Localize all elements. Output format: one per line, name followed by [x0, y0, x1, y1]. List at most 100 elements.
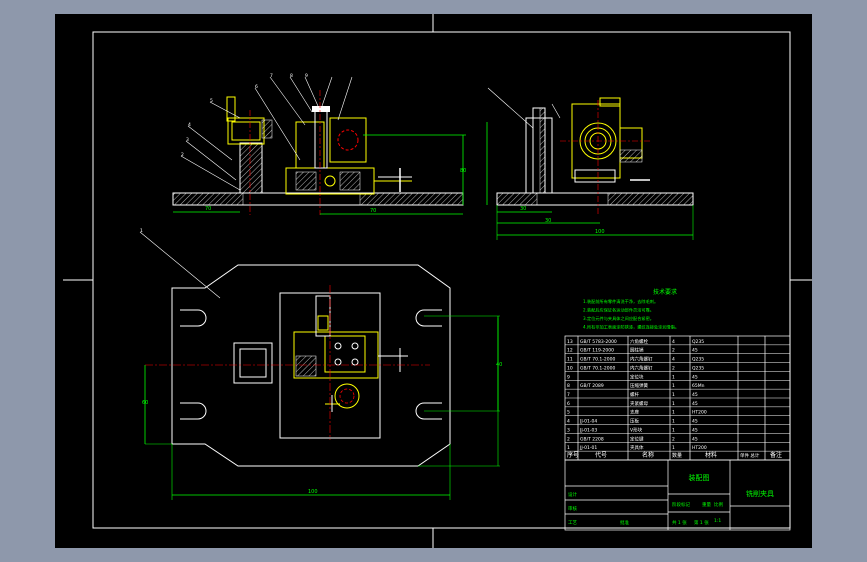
bom-cell-no: 5 — [567, 410, 570, 416]
bom-cell-name: 定位块 — [630, 373, 644, 380]
bom-cell-qty: 4 — [672, 357, 675, 363]
bom-cell-no: 3 — [567, 427, 570, 433]
bom-cell-no: 10 — [567, 365, 573, 371]
bom-cell-code: GB/T 70.1-2000 — [580, 365, 616, 371]
outer-border — [92, 31, 791, 529]
bom-header-note: 备注 — [770, 451, 782, 459]
bom-rows: 13 GB/T 5783-2000 六角螺栓 4 Q23512 GB/T 119-2000… — [565, 338, 790, 459]
bom-cell-no: 11 — [567, 357, 573, 363]
bom-cell-name: 螺杆 — [630, 391, 639, 398]
title-approve: 批准 — [620, 519, 629, 526]
bom-cell-material: 45 — [692, 401, 698, 407]
plan-view — [139, 231, 500, 500]
bom-cell-code: GB/T 119-2000 — [580, 348, 614, 354]
bom-cell-name: 定位键 — [630, 435, 644, 442]
bom-header-material: 材料 — [705, 451, 717, 459]
bom-cell-no: 9 — [567, 374, 570, 380]
balloon-1: 1 — [140, 228, 143, 234]
bom-cell-material: 45 — [692, 436, 698, 442]
side-view — [486, 87, 694, 240]
bom-cell-qty: 2 — [672, 348, 675, 354]
bom-cell-material: 45 — [692, 427, 698, 433]
bom-cell-code: GB/T 2089 — [580, 383, 604, 389]
bom-cell-no: 1 — [567, 445, 570, 451]
bom-cell-qty: 1 — [672, 392, 675, 398]
bom-cell-qty: 1 — [672, 419, 675, 425]
title-drawing-name: 铣削夹具 — [746, 489, 774, 498]
bom-cell-material: Q235 — [692, 339, 704, 345]
bom-cell-qty: 1 — [672, 401, 675, 407]
bom-cell-material: Q235 — [692, 365, 704, 371]
bom-header-code: 代号 — [595, 451, 607, 459]
bom-cell-no: 7 — [567, 392, 570, 398]
bom-cell-material: 45 — [692, 374, 698, 380]
title-scale-label: 比例 — [714, 501, 723, 508]
dim-front-width: 70 — [205, 206, 211, 212]
balloon-8: 8 — [290, 73, 293, 79]
bom-cell-code: GB/T 70.1-2000 — [580, 357, 616, 363]
bom-cell-name: 圆柱销 — [630, 347, 644, 354]
balloon-6: 6 — [255, 84, 258, 90]
bom-cell-name: 夹具体 — [630, 444, 644, 451]
bom-cell-name: 夹紧螺母 — [630, 400, 648, 407]
bom-cell-code: JJ-01-04 — [579, 419, 597, 425]
bom-cell-code: JJ-01-03 — [579, 427, 597, 433]
bom-header-no: 序号 — [567, 451, 579, 459]
balloon-4: 4 — [188, 122, 191, 128]
bom-cell-qty: 2 — [672, 436, 675, 442]
dim-side-width: 30 — [520, 206, 526, 212]
bom-cell-material: HT200 — [692, 410, 707, 416]
bom-cell-code: GB/T 5783-2000 — [580, 339, 617, 345]
bom-cell-qty: 1 — [672, 445, 675, 451]
bom-cell-qty: 4 — [672, 339, 675, 345]
title-sheet-count: 共 1 张 — [672, 519, 687, 526]
bom-cell-no: 4 — [567, 419, 570, 425]
bom-cell-name: V形块 — [630, 426, 643, 433]
bom-table-lines — [564, 335, 791, 531]
dim-plan-width: 100 — [308, 489, 318, 495]
bom-cell-name: 内六角螺钉 — [630, 364, 653, 371]
title-stage: 阶段标记 — [672, 501, 690, 508]
bom-cell-name: 内六角螺钉 — [630, 356, 653, 363]
title-process: 工艺 — [568, 520, 577, 526]
tech-req-line: 3.定位元件与夹具体之间应配合紧密。 — [583, 315, 654, 322]
bom-cell-no: 2 — [567, 436, 570, 442]
bom-header-name: 名称 — [642, 451, 654, 459]
bom-cell-name: 支座 — [630, 409, 639, 416]
tech-req-title: 技术要求 — [653, 288, 677, 296]
bom-cell-qty: 1 — [672, 410, 675, 416]
cad-screenshot: 13 GB/T 5783-2000 六角螺栓 4 Q235 12 GB/T 119-2000… — [0, 0, 867, 562]
title-checker: 审核 — [568, 505, 577, 512]
balloon-5: 5 — [210, 98, 213, 104]
bom-cell-name: 压缩弹簧 — [630, 382, 648, 389]
bom-cell-no: 6 — [567, 401, 570, 407]
bom-cell-name: 压板 — [630, 418, 639, 425]
title-sheet-no: 第 1 张 — [694, 519, 709, 526]
bom-cell-name: 六角螺栓 — [630, 338, 648, 345]
tech-req-line: 1.装配前所有零件清洗干净，去除毛刺。 — [583, 298, 658, 305]
bom-cell-qty: 1 — [672, 427, 675, 433]
dim-side-width-2: 30 — [545, 218, 551, 224]
bom-cell-material: 45 — [692, 419, 698, 425]
tech-requirements: 技术要求 1.装配前所有零件清洗干净，去除毛刺。 2.装配后应保证各运动部件灵活可靠… — [583, 288, 679, 331]
title-block: 装配图铣削夹具阶段标记 重量 比例 1:1 共 1 张第 1 张 设计审核工艺 批准 — [568, 473, 774, 526]
title-weight: 重量 — [702, 501, 711, 508]
bom-cell-qty: 1 — [672, 383, 675, 389]
tech-req-line: 2.装配后应保证各运动部件灵活可靠。 — [583, 307, 654, 314]
dim-plan-height: 60 — [142, 400, 148, 406]
bom-header-qty: 数量 — [672, 452, 682, 459]
bom-cell-no: 8 — [567, 383, 570, 389]
bom-cell-material: 45 — [692, 392, 698, 398]
balloon-7: 7 — [270, 73, 273, 79]
balloon-2: 2 — [181, 152, 184, 158]
title-company: 装配图 — [689, 473, 710, 482]
bom-cell-no: 13 — [567, 339, 573, 345]
bom-cell-qty: 1 — [672, 374, 675, 380]
balloon-3: 3 — [186, 137, 189, 143]
bom-cell-material: Q235 — [692, 357, 704, 363]
dim-plan-right: 40 — [496, 362, 502, 368]
balloon-9: 9 — [305, 73, 308, 79]
tech-req-line: 4.所有非加工表面涂防锈漆，螺纹连接处涂润滑脂。 — [583, 324, 679, 331]
dim-side-total: 100 — [595, 229, 605, 235]
bom-cell-qty: 2 — [672, 365, 675, 371]
